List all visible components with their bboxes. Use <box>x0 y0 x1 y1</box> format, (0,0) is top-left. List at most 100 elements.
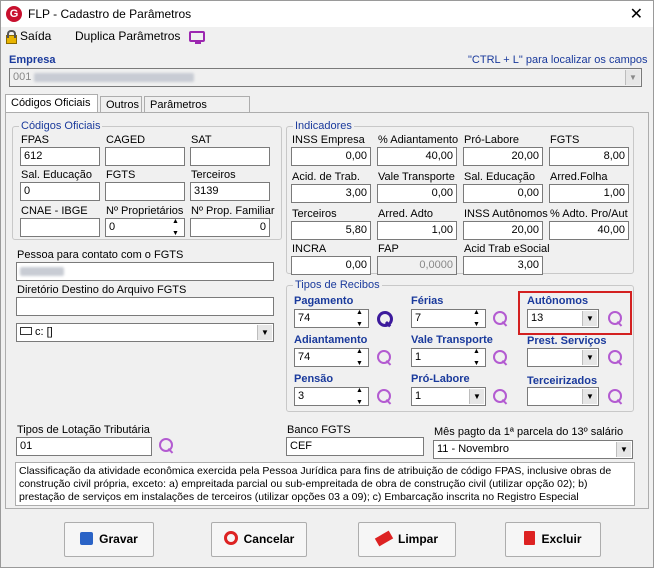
contato-label: Pessoa para contato com o FGTS <box>17 249 184 261</box>
caged-input[interactable] <box>105 147 185 166</box>
search-icon[interactable] <box>159 438 175 454</box>
search-icon[interactable] <box>493 350 509 366</box>
exit-button[interactable]: Saída <box>5 29 51 44</box>
fgts-ind-input[interactable]: 8,00 <box>549 147 629 166</box>
terceiros-ind-input[interactable]: 5,80 <box>291 221 371 240</box>
fgts-ind-label: FGTS <box>550 134 580 146</box>
drive-select[interactable]: c: [] ▼ <box>16 323 274 342</box>
drive-value: c: [] <box>35 326 53 338</box>
spin-arrows-icon[interactable] <box>355 349 367 366</box>
duplicate-params-button[interactable]: Duplica Parâmetros <box>75 29 180 43</box>
terceiros-input[interactable]: 3139 <box>190 182 270 201</box>
pagamento-label: Pagamento <box>294 295 354 307</box>
pensao-stepper[interactable]: 3 <box>294 387 369 406</box>
search-icon[interactable] <box>377 311 393 327</box>
pct-adiantamento-input[interactable]: 40,00 <box>377 147 457 166</box>
chevron-down-icon[interactable]: ▼ <box>257 325 272 340</box>
mes-13-label: Mês pagto da 1ª parcela do 13º salário <box>434 426 624 438</box>
sal-educ-input[interactable]: 0 <box>20 182 100 201</box>
sal-educ-ind-input[interactable]: 0,00 <box>463 184 543 203</box>
spin-arrows-icon[interactable] <box>355 310 367 327</box>
cancel-button[interactable]: Cancelar <box>211 522 307 557</box>
ferias-stepper[interactable]: 7 <box>411 309 486 328</box>
indicadores-title: Indicadores <box>293 120 354 132</box>
close-icon[interactable]: ✕ <box>630 4 643 24</box>
diretorio-label: Diretório Destino do Arquivo FGTS <box>17 284 187 296</box>
incra-label: INCRA <box>292 243 327 255</box>
empresa-label: Empresa <box>9 54 56 66</box>
tab-parametros-internos[interactable]: Parâmetros Internos <box>144 96 250 123</box>
clear-button[interactable]: Limpar <box>358 522 456 557</box>
fpas-input[interactable]: 612 <box>20 147 100 166</box>
spin-arrows-icon[interactable] <box>472 349 484 366</box>
inss-autonomos-input[interactable]: 20,00 <box>463 221 543 240</box>
pagamento-value: 74 <box>298 312 311 324</box>
chevron-down-icon[interactable]: ▼ <box>582 350 597 365</box>
inss-empresa-label: INSS Empresa <box>292 134 365 146</box>
inss-empresa-input[interactable]: 0,00 <box>291 147 371 166</box>
tab-codigos-oficiais[interactable]: Códigos Oficiais <box>5 94 98 114</box>
fap-input: 0,0000 <box>377 256 457 275</box>
prest-servicos-select[interactable]: ▼ <box>527 348 599 367</box>
vale-transporte-stepper[interactable]: 1 <box>411 348 486 367</box>
app-logo-icon: G <box>6 6 22 22</box>
pro-labore-value: 1 <box>415 390 422 402</box>
cnae-input[interactable] <box>20 218 100 237</box>
arred-folha-label: Arred.Folha <box>550 171 608 183</box>
diretorio-input[interactable] <box>16 297 274 316</box>
banco-fgts-input[interactable]: CEF <box>286 437 424 456</box>
chevron-down-icon[interactable]: ▼ <box>469 389 484 404</box>
adiantamento-stepper[interactable]: 74 <box>294 348 369 367</box>
highlight-box <box>518 291 632 335</box>
spin-arrows-icon[interactable] <box>171 219 183 236</box>
sal-educ-label: Sal. Educação <box>21 169 92 181</box>
spin-arrows-icon[interactable] <box>355 388 367 405</box>
search-icon[interactable] <box>608 389 624 405</box>
search-icon[interactable] <box>377 389 393 405</box>
window: G FLP - Cadastro de Parâmetros ✕ Saída D… <box>0 0 654 568</box>
classificacao-description: Classificação da atividade econômica exe… <box>15 462 635 506</box>
mes-13-select[interactable]: 11 - Novembro ▼ <box>433 440 633 459</box>
adiantamento-value: 74 <box>298 351 311 363</box>
vale-transp-ind-input[interactable]: 0,00 <box>377 184 457 203</box>
pagamento-stepper[interactable]: 74 <box>294 309 369 328</box>
cancel-icon <box>223 531 238 545</box>
lotacao-input[interactable]: 01 <box>16 437 152 456</box>
acid-trab-input[interactable]: 3,00 <box>291 184 371 203</box>
contato-blurred <box>20 266 64 276</box>
adto-pro-aut-input[interactable]: 40,00 <box>549 221 629 240</box>
delete-button[interactable]: Excluir <box>505 522 601 557</box>
spin-arrows-icon[interactable] <box>472 310 484 327</box>
chevron-down-icon[interactable]: ▼ <box>616 442 631 457</box>
arred-adto-input[interactable]: 1,00 <box>377 221 457 240</box>
chevron-down-icon[interactable]: ▼ <box>582 389 597 404</box>
pro-labore-select[interactable]: 1 ▼ <box>411 387 486 406</box>
search-icon[interactable] <box>608 350 624 366</box>
terceirizados-select[interactable]: ▼ <box>527 387 599 406</box>
chevron-down-icon[interactable]: ▼ <box>625 70 640 85</box>
pro-labore-ind-input[interactable]: 20,00 <box>463 147 543 166</box>
monitor-icon[interactable] <box>189 31 205 44</box>
vale-transporte-value: 1 <box>415 351 422 363</box>
n-prop-familiar-input[interactable]: 0 <box>190 218 270 237</box>
window-title: FLP - Cadastro de Parâmetros <box>28 7 192 21</box>
n-proprietarios-value: 0 <box>109 221 116 233</box>
save-button[interactable]: Gravar <box>64 522 154 557</box>
sat-input[interactable] <box>190 147 270 166</box>
incra-input[interactable]: 0,00 <box>291 256 371 275</box>
empresa-select[interactable]: 001 ▼ <box>9 68 642 87</box>
arred-folha-input[interactable]: 1,00 <box>549 184 629 203</box>
search-icon[interactable] <box>377 350 393 366</box>
toolbar: Saída Duplica Parâmetros <box>1 27 653 47</box>
ctrl-l-hint: "CTRL + L" para localizar os campos <box>468 54 648 66</box>
search-icon[interactable] <box>493 389 509 405</box>
acid-esocial-input[interactable]: 3,00 <box>463 256 543 275</box>
fgts-input[interactable] <box>105 182 185 201</box>
search-icon[interactable] <box>493 311 509 327</box>
ferias-value: 7 <box>415 312 422 324</box>
contato-input[interactable] <box>16 262 274 281</box>
trash-icon <box>524 531 536 545</box>
tipos-recibos-title: Tipos de Recibos <box>293 279 382 291</box>
n-proprietarios-stepper[interactable]: 0 <box>105 218 185 237</box>
tab-outros[interactable]: Outros <box>100 96 142 113</box>
